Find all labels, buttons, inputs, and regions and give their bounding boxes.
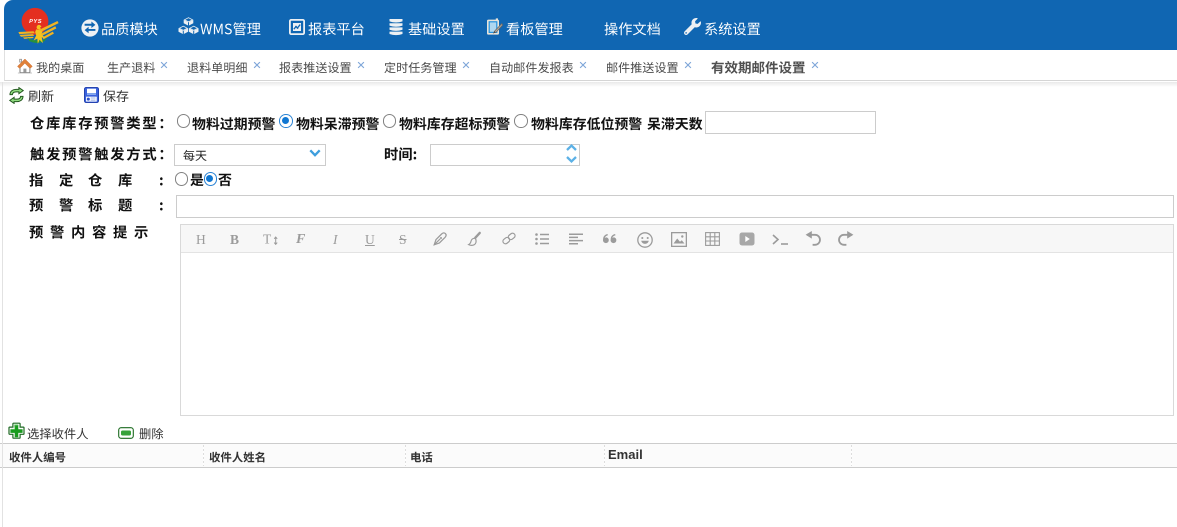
- svg-text:PYS: PYS: [29, 19, 42, 25]
- svg-text:T: T: [263, 232, 272, 246]
